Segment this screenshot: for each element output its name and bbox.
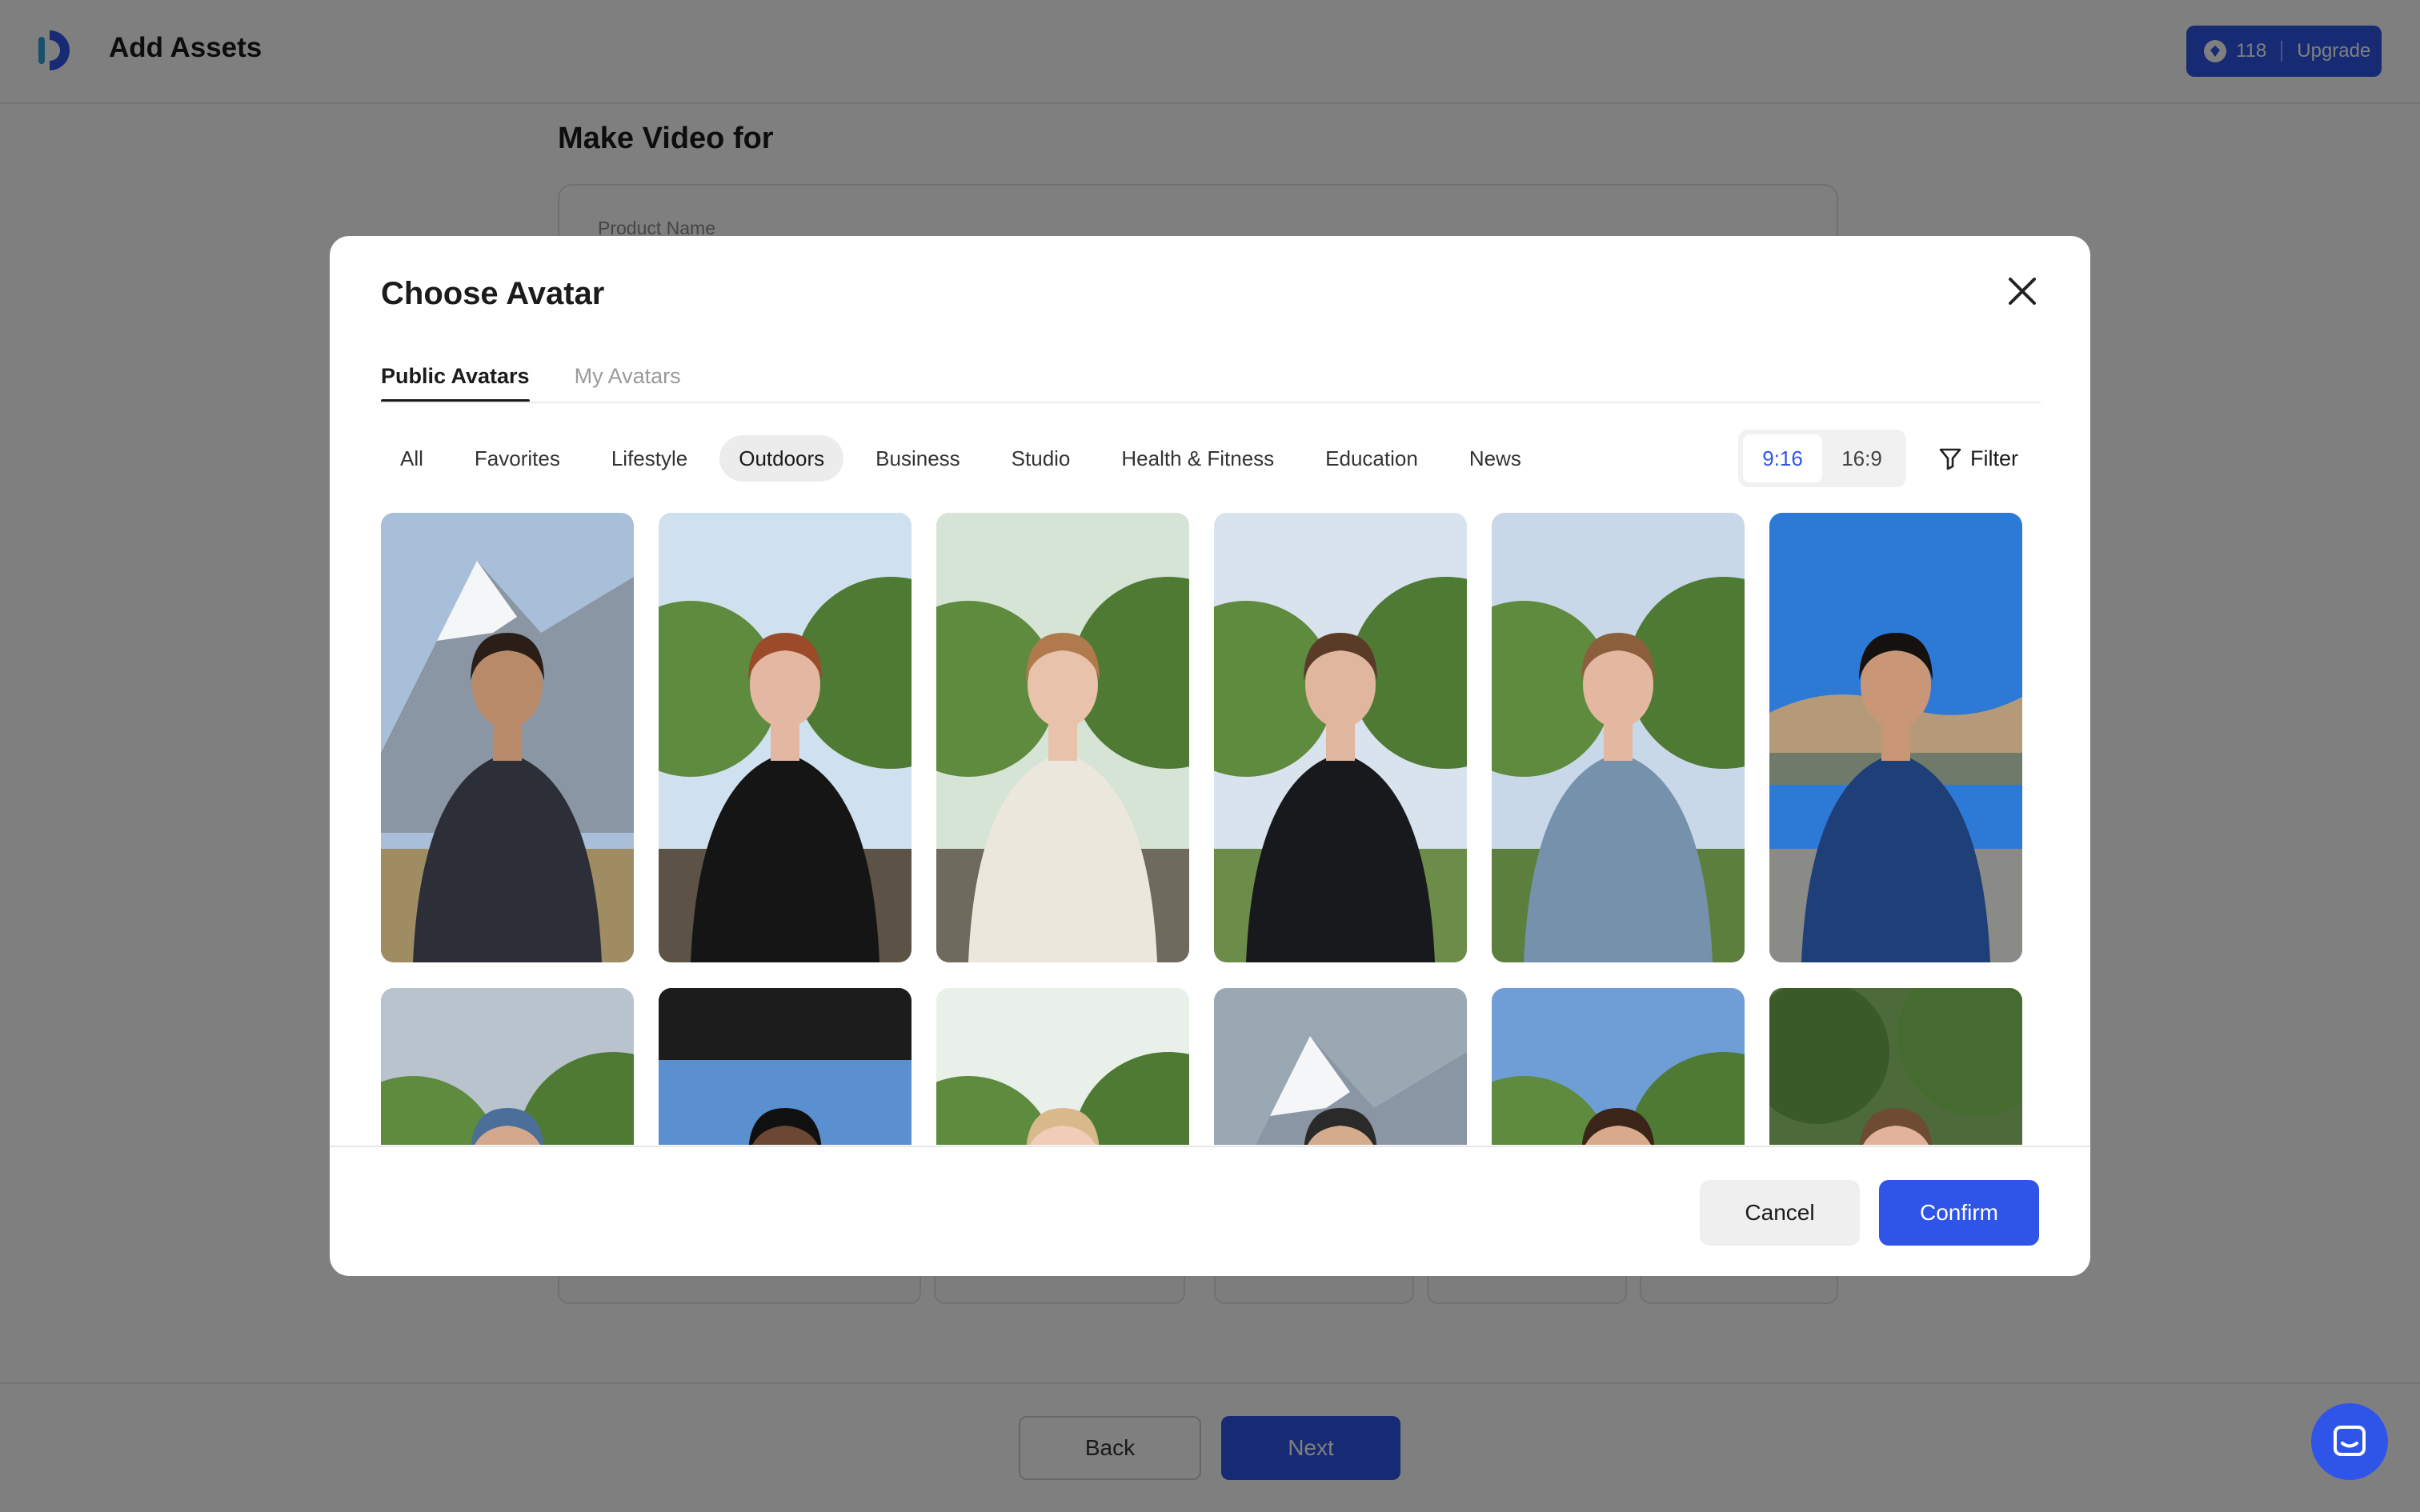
avatar-thumbnail (936, 988, 1189, 1145)
category-news[interactable]: News (1450, 435, 1541, 482)
avatar-thumbnail (1492, 513, 1745, 962)
avatar-thumbnail (1214, 988, 1467, 1145)
avatar-card[interactable] (1492, 988, 1745, 1145)
avatar-thumbnail (936, 513, 1189, 962)
avatar-tabs: Public Avatars My Avatars (381, 350, 726, 402)
category-outdoors[interactable]: Outdoors (719, 435, 844, 482)
avatar-thumbnail (659, 513, 912, 962)
close-button[interactable] (2002, 271, 2042, 311)
filter-icon (1939, 448, 1961, 470)
category-filters: All Favorites Lifestyle Outdoors Busines… (381, 434, 1541, 482)
avatar-grid (381, 513, 2041, 1145)
avatar-thumbnail (1769, 513, 2022, 962)
chat-icon (2334, 1426, 2366, 1456)
tabs-divider (381, 402, 2041, 403)
avatar-grid-scroll[interactable] (381, 513, 2041, 1145)
avatar-card[interactable] (1214, 513, 1467, 962)
category-business[interactable]: Business (856, 435, 980, 482)
modal-footer-divider (330, 1146, 2090, 1147)
avatar-card[interactable] (1214, 988, 1467, 1145)
tab-public-avatars[interactable]: Public Avatars (381, 350, 530, 402)
chat-support-button[interactable] (2311, 1403, 2388, 1480)
ratio-16-9[interactable]: 16:9 (1822, 434, 1901, 482)
category-lifestyle[interactable]: Lifestyle (592, 435, 707, 482)
category-all[interactable]: All (381, 435, 443, 482)
avatar-thumbnail (659, 988, 912, 1145)
avatar-card[interactable] (381, 988, 634, 1145)
avatar-thumbnail (381, 513, 634, 962)
avatar-card[interactable] (936, 988, 1189, 1145)
modal-title: Choose Avatar (381, 276, 605, 311)
cancel-button[interactable]: Cancel (1700, 1180, 1860, 1246)
avatar-card[interactable] (659, 513, 912, 962)
category-education[interactable]: Education (1306, 435, 1437, 482)
avatar-thumbnail (1214, 513, 1467, 962)
avatar-thumbnail (381, 988, 634, 1145)
avatar-card[interactable] (1769, 988, 2022, 1145)
category-health-fitness[interactable]: Health & Fitness (1102, 435, 1293, 482)
category-studio[interactable]: Studio (992, 435, 1090, 482)
avatar-card[interactable] (936, 513, 1189, 962)
choose-avatar-modal: Choose Avatar Public Avatars My Avatars … (330, 236, 2090, 1276)
filter-button[interactable]: Filter (1938, 436, 2018, 481)
aspect-ratio-toggle: 9:16 16:9 (1738, 430, 1906, 487)
tab-my-avatars[interactable]: My Avatars (575, 350, 681, 402)
avatar-thumbnail (1769, 988, 2022, 1145)
confirm-button[interactable]: Confirm (1879, 1180, 2039, 1246)
avatar-card[interactable] (381, 513, 634, 962)
filter-label: Filter (1970, 446, 2018, 470)
ratio-9-16[interactable]: 9:16 (1743, 434, 1822, 482)
category-favorites[interactable]: Favorites (455, 435, 579, 482)
close-icon (2009, 278, 2036, 305)
avatar-card[interactable] (1492, 513, 1745, 962)
avatar-thumbnail (1492, 988, 1745, 1145)
avatar-card[interactable] (659, 988, 912, 1145)
avatar-card[interactable] (1769, 513, 2022, 962)
